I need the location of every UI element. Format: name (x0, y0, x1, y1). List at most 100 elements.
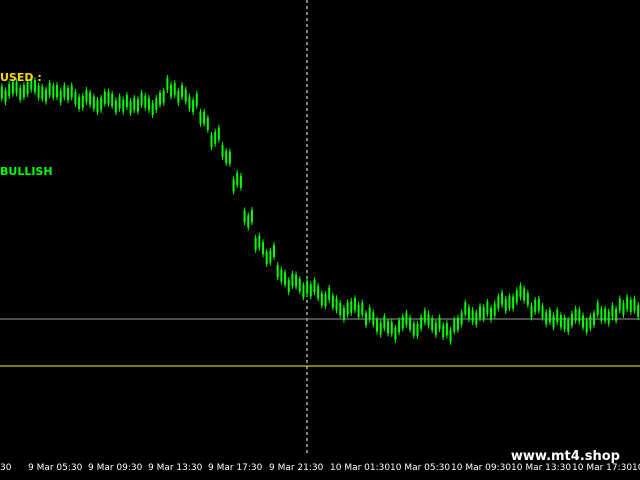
candle-body (111, 93, 114, 106)
candle-body (92, 96, 95, 109)
candle-body (622, 302, 625, 315)
candle-body (490, 307, 493, 320)
candle-body (291, 273, 294, 286)
candle-body (261, 242, 264, 255)
candle-body (331, 295, 334, 308)
candle-body (339, 302, 342, 315)
candle-body (144, 95, 147, 108)
candle-body (273, 245, 276, 258)
x-axis-labels: 30 9 Mar 05:30 9 Mar 09:30 9 Mar 13:30 9 Mar… (0, 463, 640, 473)
candle-body (225, 150, 228, 163)
candle-body (420, 316, 423, 329)
candle-body (19, 87, 22, 100)
candle-body (556, 310, 559, 323)
candle-body (361, 302, 364, 315)
candle-body (456, 317, 459, 330)
candle-body (427, 313, 430, 326)
candle-body (449, 329, 452, 342)
candle-body (22, 85, 25, 98)
candle-body (589, 316, 592, 329)
candle-body (192, 100, 195, 113)
candle-body (210, 135, 213, 148)
candle-body (379, 322, 382, 335)
candle-body (317, 286, 320, 299)
candle-body (258, 235, 261, 248)
candle-body (265, 251, 268, 264)
candle-body (372, 312, 375, 325)
candle-body (147, 97, 150, 110)
candle-body (199, 111, 202, 124)
candle-body (59, 90, 62, 103)
candle-body (416, 323, 419, 336)
candle-body (401, 316, 404, 329)
candle-body (287, 280, 290, 293)
candle-body (604, 308, 607, 321)
candle-body (214, 131, 217, 144)
horizontal-levels (0, 318, 640, 367)
candle-body (114, 100, 117, 113)
candle-body (618, 298, 621, 311)
candle-body (52, 85, 55, 98)
candle-body (534, 299, 537, 312)
x-tick-label: 9 Mar 17:30 (208, 463, 263, 473)
candle-body (56, 85, 59, 98)
candle-body (254, 237, 257, 250)
candle-body (563, 317, 566, 330)
candle-body (269, 250, 272, 263)
candle-body (530, 305, 533, 318)
candle-body (232, 179, 235, 192)
candle-body (67, 88, 70, 101)
candle-body (434, 322, 437, 335)
candle-body (537, 298, 540, 311)
candle-body (328, 287, 331, 300)
candle-body (324, 294, 327, 307)
candle-body (523, 288, 526, 301)
candle-body (129, 100, 132, 113)
candle-body (545, 312, 548, 325)
candle-body (125, 95, 128, 108)
candle-body (615, 308, 618, 321)
candle-body (302, 285, 305, 298)
x-tick-label: 9 Mar 21:30 (269, 463, 324, 473)
candle-body (353, 298, 356, 311)
candle-body (442, 325, 445, 338)
candle-body (239, 175, 242, 188)
candle-body (357, 304, 360, 317)
candle-body (320, 293, 323, 306)
candle-body (445, 323, 448, 336)
candle-body (512, 296, 515, 309)
chart-canvas[interactable]: 30 9 Mar 05:30 9 Mar 09:30 9 Mar 13:30 9 Mar… (0, 0, 640, 480)
candle-body (276, 265, 279, 278)
candle-body (504, 298, 507, 311)
candle-body (607, 311, 610, 324)
x-tick-label: 10 Mar 01:30 (330, 463, 390, 473)
candle-body (350, 300, 353, 313)
candle-body (475, 312, 478, 325)
candle-body (394, 327, 397, 340)
candle-body (170, 84, 173, 97)
candle-body (107, 91, 110, 104)
candle-body (600, 308, 603, 321)
candle-body (100, 97, 103, 110)
candle-body (486, 301, 489, 314)
candle-body (96, 100, 99, 113)
candle-body (409, 317, 412, 330)
candle-body (570, 313, 573, 326)
candle-body (309, 284, 312, 297)
candle-body (390, 321, 393, 334)
candle-body (629, 299, 632, 312)
candle-body (221, 145, 224, 158)
candle-body (342, 307, 345, 320)
candle-body (85, 90, 88, 103)
candle-body (574, 308, 577, 321)
candle-body (70, 85, 73, 98)
candle-body (228, 151, 231, 164)
candle-body (423, 310, 426, 323)
candle-body (162, 90, 165, 103)
candle-body (133, 98, 136, 111)
candle-body (250, 210, 253, 223)
candle-body (548, 310, 551, 323)
candle-body (184, 89, 187, 102)
price-chart[interactable]: 30 9 Mar 05:30 9 Mar 09:30 9 Mar 13:30 9 Mar… (0, 0, 640, 480)
candle-body (431, 318, 434, 331)
